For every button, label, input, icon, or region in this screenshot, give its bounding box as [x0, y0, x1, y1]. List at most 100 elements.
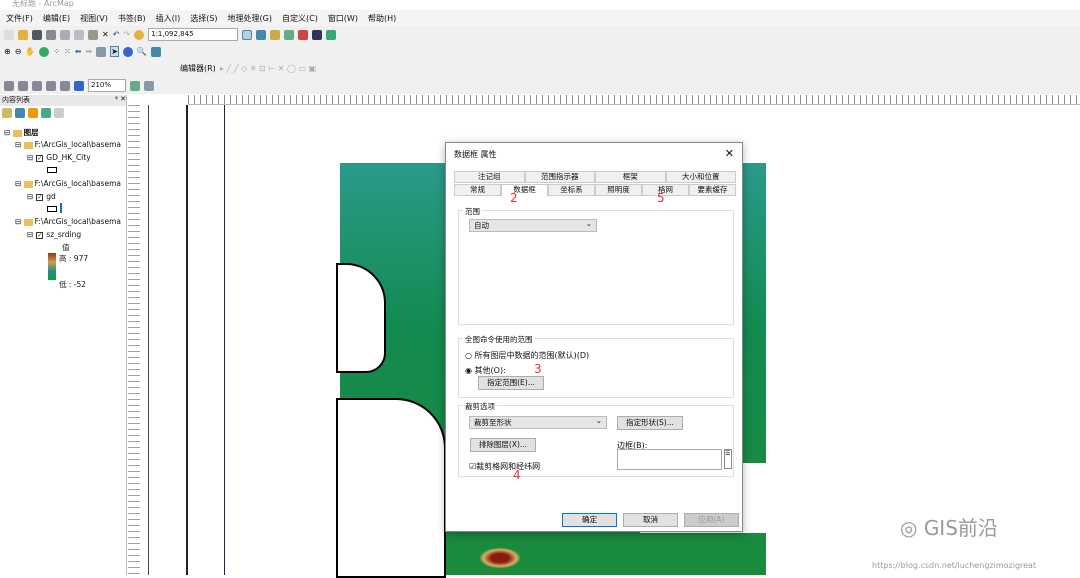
search-window-icon[interactable]: [284, 29, 295, 40]
fixed-zoom-in-icon[interactable]: ⁘: [53, 47, 60, 56]
legend-high: 高 : 977: [59, 254, 89, 263]
menu-insert[interactable]: 插入(I): [156, 13, 181, 24]
redo-icon[interactable]: ↷: [123, 30, 130, 39]
editor-toolbar-icon[interactable]: [242, 29, 253, 40]
menu-help[interactable]: 帮助(H): [368, 13, 396, 24]
radio-all-layers[interactable]: ○ 所有图层中数据的范围(默认)(D): [465, 350, 589, 361]
toc-options-icon[interactable]: [54, 108, 64, 118]
toc-layer[interactable]: ⊟ ✓ gd: [27, 192, 56, 201]
tab-data-frame[interactable]: 数据框: [501, 184, 548, 196]
delete-icon[interactable]: ✕: [102, 30, 109, 39]
list-by-selection-icon[interactable]: [41, 108, 51, 118]
paste-icon[interactable]: [88, 29, 98, 40]
zoom-in-icon[interactable]: ⊕: [4, 47, 11, 56]
radio-other[interactable]: ◉ 其他(O):: [465, 365, 506, 376]
watermark-url: https://blog.csdn.net/luchengzimozigreat: [872, 561, 1037, 570]
tab-feature-cache[interactable]: 要素缓存: [689, 184, 736, 196]
measure-icon[interactable]: [150, 46, 161, 57]
menu-selection[interactable]: 选择(S): [190, 13, 217, 24]
cut-icon[interactable]: [60, 29, 70, 40]
toc-layer[interactable]: ⊟ ✓ sz_srding: [27, 230, 81, 239]
zoom-whole-page-icon[interactable]: [46, 80, 56, 91]
tab-general[interactable]: 常规: [454, 184, 501, 196]
toc-root[interactable]: ⊟ 图层: [4, 127, 39, 138]
fixed-zoom-out-icon[interactable]: ⁙: [64, 47, 71, 56]
text-cursor: [60, 203, 62, 213]
menu-windows[interactable]: 窗口(W): [328, 13, 358, 24]
toc-title: 内容列表: [2, 96, 30, 104]
back-icon[interactable]: ⬅: [75, 47, 82, 56]
toc-group[interactable]: ⊟ F:\ArcGis_local\basema: [15, 179, 121, 188]
tab-size-position[interactable]: 大小和位置: [665, 171, 736, 183]
new-icon[interactable]: [4, 29, 14, 40]
tab-annotation-groups[interactable]: 注记组: [454, 171, 525, 183]
tab-illumination[interactable]: 照明度: [595, 184, 642, 196]
toc-layer[interactable]: ⊟ ✓ GD_HK_City: [27, 153, 91, 162]
layout-zoom-combo[interactable]: 210%: [88, 79, 126, 92]
pan-page-icon[interactable]: [32, 80, 42, 91]
data-driven-pages-icon[interactable]: [144, 80, 154, 91]
sea-area: [336, 263, 386, 373]
list-by-drawing-order-icon[interactable]: [2, 108, 12, 118]
catalog-icon[interactable]: [270, 29, 281, 40]
toc-group[interactable]: ⊟ F:\ArcGis_local\basema: [15, 140, 121, 149]
pan-icon[interactable]: ✋: [25, 47, 35, 56]
toc-close-icon[interactable]: ᵠ ✕: [115, 95, 126, 106]
extent-group: 范围 自动: [458, 206, 734, 325]
menu-view[interactable]: 视图(V): [80, 13, 108, 24]
find-icon[interactable]: 🔍: [137, 47, 147, 56]
add-data-icon[interactable]: [134, 29, 145, 40]
editor-menu[interactable]: 编辑器(R): [180, 63, 216, 74]
select-features-icon[interactable]: [96, 46, 107, 57]
menu-file[interactable]: 文件(F): [6, 13, 33, 24]
tab-frame[interactable]: 框架: [595, 171, 666, 183]
arctoolbox-icon[interactable]: [298, 29, 309, 40]
zoom-out-icon[interactable]: ⊖: [15, 47, 22, 56]
standard-toolbar: ✕ ↶ ↷ 1:1,092,845: [0, 26, 1080, 43]
change-layout-icon[interactable]: [130, 80, 140, 91]
clip-select[interactable]: 裁剪至形状: [469, 415, 607, 429]
polygon-symbol: [47, 167, 57, 173]
tab-extent-indicators[interactable]: 范围指示器: [524, 171, 595, 183]
specify-extent-button[interactable]: 指定范围(E)...: [478, 376, 544, 390]
tab-coordinate-system[interactable]: 坐标系: [548, 184, 595, 196]
toc-group[interactable]: ⊟ F:\ArcGis_local\basema: [15, 217, 121, 226]
close-icon[interactable]: ✕: [725, 147, 734, 160]
zoom-out-page-icon[interactable]: [18, 80, 28, 91]
forward-icon[interactable]: ➡: [85, 47, 92, 56]
print-icon[interactable]: [46, 29, 56, 40]
undo-icon[interactable]: ↶: [113, 30, 120, 39]
menu-customize[interactable]: 自定义(C): [282, 13, 318, 24]
zoom-100-icon[interactable]: [60, 80, 70, 91]
python-icon[interactable]: [312, 29, 323, 40]
clip-options-group: 裁剪选项 裁剪至形状 指定形状(S)... 排除图层(X)... 边框(B): …: [458, 401, 734, 482]
tab-grids[interactable]: 格网: [642, 184, 689, 196]
cancel-button[interactable]: 取消: [623, 513, 678, 527]
identify-icon[interactable]: [122, 46, 133, 57]
color-ramp: [48, 253, 56, 280]
menu-edit[interactable]: 编辑(E): [43, 13, 70, 24]
scale-combo[interactable]: 1:1,092,845: [148, 28, 239, 41]
list-by-visibility-icon[interactable]: [28, 108, 38, 118]
exclude-layers-button[interactable]: 排除图层(X)...: [470, 438, 536, 452]
extent-select[interactable]: 自动: [469, 218, 597, 232]
ok-button[interactable]: 确定: [562, 513, 617, 527]
select-elements-icon[interactable]: ➤: [110, 46, 119, 57]
dialog-title: 数据框 属性: [454, 150, 497, 159]
menu-bookmarks[interactable]: 书签(B): [118, 13, 146, 24]
save-icon[interactable]: [32, 29, 42, 40]
full-extent-icon[interactable]: [39, 46, 50, 57]
border-style-icon[interactable]: ☰: [724, 449, 732, 469]
toggle-draft-icon[interactable]: [74, 80, 84, 91]
specify-shape-button[interactable]: 指定形状(S)...: [617, 416, 683, 430]
modelbuilder-icon[interactable]: [326, 29, 337, 40]
open-icon[interactable]: [18, 29, 28, 40]
toc-icon[interactable]: [256, 29, 267, 40]
menu-geoprocessing[interactable]: 地理处理(G): [228, 13, 272, 24]
clip-grids-checkbox[interactable]: ☑裁剪格网和经纬网: [469, 461, 540, 472]
zoom-in-page-icon[interactable]: [4, 80, 14, 91]
apply-button[interactable]: 应用(A): [684, 513, 739, 527]
copy-icon[interactable]: [74, 29, 84, 40]
list-by-source-icon[interactable]: [15, 108, 25, 118]
border-select[interactable]: [617, 449, 722, 470]
